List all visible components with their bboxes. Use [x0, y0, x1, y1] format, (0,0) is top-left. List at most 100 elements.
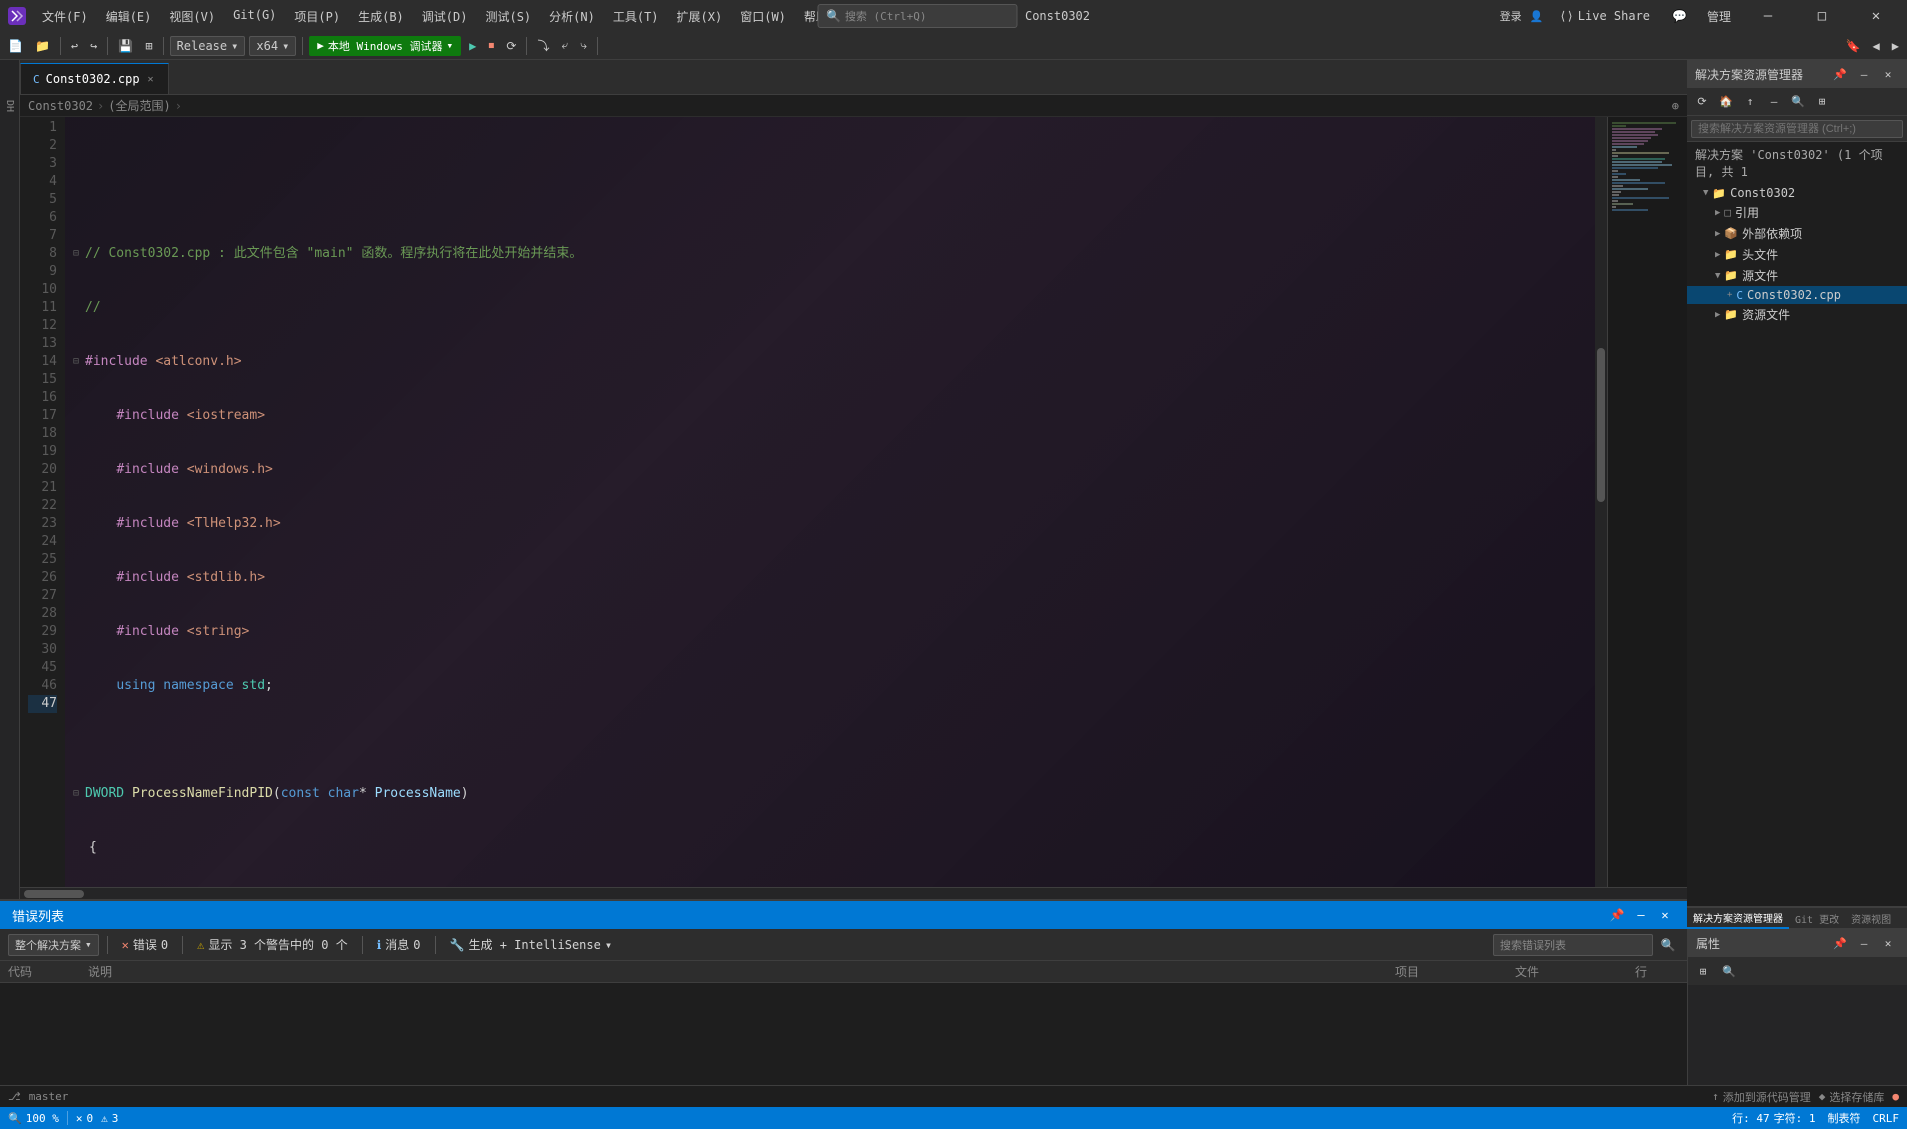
horizontal-scrollbar[interactable]: [20, 887, 1687, 899]
tree-external-deps[interactable]: ▶ 📦 外部依赖项: [1687, 223, 1907, 244]
live-share-button[interactable]: ⟨⟩ Live Share: [1551, 7, 1658, 25]
save-all-button[interactable]: ⊞: [141, 37, 156, 55]
run-debug-button[interactable]: ▶ 本地 Windows 调试器 ▾: [309, 36, 461, 56]
open-button[interactable]: 📁: [31, 37, 54, 55]
menu-edit[interactable]: 编辑(E): [98, 4, 160, 29]
feedback-icon[interactable]: 💬: [1666, 9, 1693, 23]
tab-close-button[interactable]: ✕: [146, 73, 156, 86]
editor-tab-active[interactable]: C Const0302.cpp ✕: [20, 63, 169, 94]
breadcrumb-project[interactable]: Const0302: [28, 99, 93, 113]
col-header-code[interactable]: 代码: [0, 963, 80, 980]
h-scroll-thumb[interactable]: [24, 890, 84, 898]
scrollbar-thumb[interactable]: [1597, 348, 1605, 502]
collapse-icon-3[interactable]: ⊟: [73, 353, 83, 371]
toggle-se-button[interactable]: —: [1853, 64, 1875, 84]
warning-count-badge[interactable]: ⚠ 显示 3 个警告中的 0 个: [191, 934, 354, 955]
menu-debug[interactable]: 调试(D): [414, 4, 476, 29]
pin-panel-button[interactable]: 📌: [1607, 906, 1627, 924]
code-content[interactable]: ⊟// Const0302.cpp : 此文件包含 "main" 函数。程序执行…: [65, 117, 1595, 887]
menu-analyze[interactable]: 分析(N): [541, 4, 603, 29]
undo-button[interactable]: ↩: [67, 37, 82, 55]
nav-back-button[interactable]: ◀: [1869, 37, 1884, 55]
menu-window[interactable]: 窗口(W): [732, 4, 794, 29]
col-header-line[interactable]: 行: [1627, 963, 1687, 980]
zoom-status[interactable]: 🔍 100 %: [8, 1112, 59, 1125]
right-bottom-tab-git[interactable]: Git 更改: [1789, 907, 1845, 929]
step-out-button[interactable]: ⤷: [576, 36, 591, 55]
menu-view[interactable]: 视图(V): [161, 4, 223, 29]
nav-forward-button[interactable]: ▶: [1888, 37, 1903, 55]
restart-button[interactable]: ⟳: [502, 37, 520, 55]
platform-dropdown[interactable]: x64 ▾: [249, 36, 296, 56]
error-search-button[interactable]: 🔍: [1657, 935, 1679, 955]
select-repository-button[interactable]: ◆ 选择存储库: [1819, 1089, 1885, 1105]
se-btn-1[interactable]: ⟳: [1691, 92, 1713, 112]
title-search-box[interactable]: 🔍 搜索 (Ctrl+Q): [817, 4, 1017, 28]
se-btn-2[interactable]: 🏠: [1715, 92, 1737, 112]
build-config-dropdown[interactable]: Release ▾: [170, 36, 246, 56]
pin-se-button[interactable]: 📌: [1829, 64, 1851, 84]
code-editor[interactable]: 1 2 3 4 5 6 7 8 9 10 11 12 13: [20, 117, 1687, 887]
error-search-box[interactable]: 搜索错误列表: [1493, 934, 1653, 956]
pin-props-button[interactable]: 📌: [1829, 933, 1851, 953]
collapse-icon-1[interactable]: ⊟: [73, 245, 83, 263]
close-se-button[interactable]: ✕: [1877, 64, 1899, 84]
menu-test[interactable]: 测试(S): [477, 4, 539, 29]
minimize-button[interactable]: —: [1745, 0, 1791, 32]
error-count-badge[interactable]: ✕ 错误 0: [116, 934, 174, 955]
breadcrumb-scope[interactable]: (全局范围): [108, 97, 170, 114]
close-props-button[interactable]: ✕: [1877, 933, 1899, 953]
add-icon[interactable]: ⊕: [1672, 99, 1679, 113]
tree-sources[interactable]: ▼ 📁 源文件: [1687, 265, 1907, 286]
scope-dropdown[interactable]: 整个解决方案 ▾: [8, 934, 99, 956]
right-bottom-tab-resources[interactable]: 资源视图: [1845, 907, 1897, 929]
step-into-button[interactable]: ⤶: [557, 36, 572, 55]
maximize-button[interactable]: □: [1799, 0, 1845, 32]
col-header-file[interactable]: 文件: [1507, 963, 1627, 980]
close-button[interactable]: ✕: [1853, 0, 1899, 32]
toggle-props-button[interactable]: —: [1853, 933, 1875, 953]
tree-project[interactable]: ▼ 📁 Const0302: [1687, 184, 1907, 202]
props-btn-search[interactable]: 🔍: [1718, 961, 1740, 981]
add-source-control-button[interactable]: ↑ 添加到源代码管理: [1712, 1089, 1811, 1105]
right-bottom-tab-se[interactable]: 解决方案资源管理器: [1687, 907, 1789, 929]
user-icon[interactable]: 👤: [1530, 10, 1544, 23]
menu-project[interactable]: 项目(P): [286, 4, 348, 29]
se-btn-6[interactable]: ⊞: [1811, 92, 1833, 112]
menu-tools[interactable]: 工具(T): [605, 4, 667, 29]
position-status[interactable]: 行: 47 字符: 1: [1732, 1110, 1815, 1126]
vertical-scrollbar[interactable]: [1595, 117, 1607, 887]
se-btn-5[interactable]: 🔍: [1787, 92, 1809, 112]
manage-label[interactable]: 管理: [1701, 8, 1737, 25]
tree-headers[interactable]: ▶ 📁 头文件: [1687, 244, 1907, 265]
collapse-icon-11[interactable]: ⊟: [73, 785, 83, 803]
menu-build[interactable]: 生成(B): [350, 4, 412, 29]
se-btn-3[interactable]: ↑: [1739, 92, 1761, 112]
message-count-badge[interactable]: ℹ 消息 0: [371, 934, 427, 955]
tree-cpp-file[interactable]: + C Const0302.cpp: [1687, 286, 1907, 304]
bookmark-button[interactable]: 🔖: [1842, 37, 1865, 55]
col-header-desc[interactable]: 说明: [80, 963, 1387, 980]
tree-references[interactable]: ▶ □ 引用: [1687, 202, 1907, 223]
encoding-status[interactable]: CRLF: [1873, 1112, 1900, 1125]
stop-button[interactable]: ⏹: [484, 36, 498, 55]
error-status[interactable]: ✕ 0: [76, 1112, 93, 1125]
login-label[interactable]: 登录: [1500, 8, 1522, 24]
step-over-button[interactable]: ⤵: [533, 35, 553, 56]
props-btn-grid[interactable]: ⊞: [1692, 961, 1714, 981]
new-file-button[interactable]: 📄: [4, 37, 27, 55]
col-header-project[interactable]: 项目: [1387, 963, 1507, 980]
start-no-debug-button[interactable]: ▶: [465, 37, 480, 55]
toggle-float-button[interactable]: —: [1631, 906, 1651, 924]
warning-status[interactable]: ⚠ 3: [101, 1112, 118, 1125]
build-filter-badge[interactable]: 🔧 生成 + IntelliSense ▾: [444, 934, 619, 955]
menu-extensions[interactable]: 扩展(X): [669, 4, 731, 29]
menu-git[interactable]: Git(G): [225, 4, 284, 29]
save-button[interactable]: 💾: [114, 37, 137, 55]
redo-button[interactable]: ↪: [86, 37, 101, 55]
tree-resources[interactable]: ▶ 📁 资源文件: [1687, 304, 1907, 325]
menu-file[interactable]: 文件(F): [34, 4, 96, 29]
close-panel-button[interactable]: ✕: [1655, 906, 1675, 924]
se-btn-4[interactable]: —: [1763, 92, 1785, 112]
se-search-input[interactable]: [1691, 120, 1903, 138]
